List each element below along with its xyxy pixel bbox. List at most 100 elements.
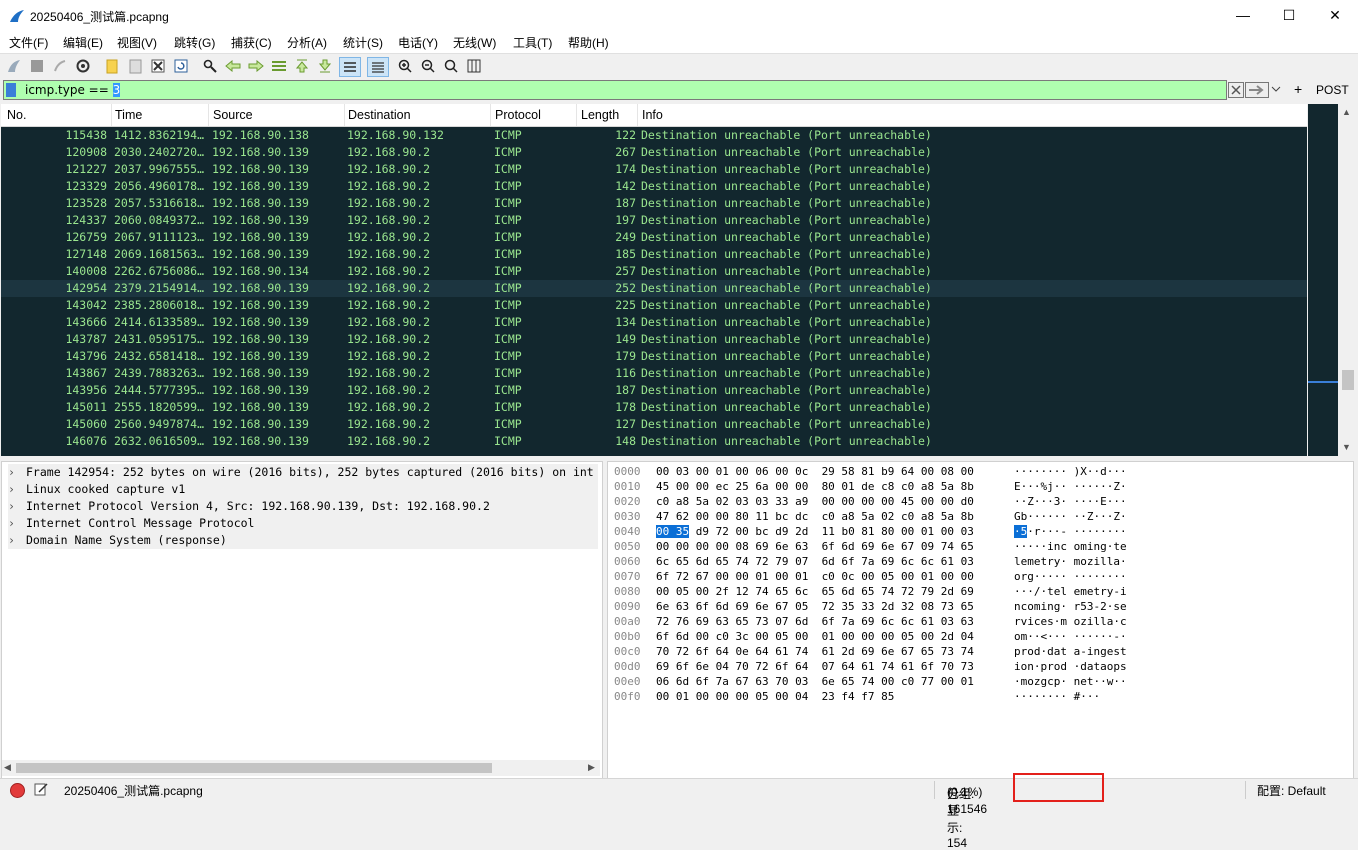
clear-filter-icon[interactable] xyxy=(1228,82,1244,98)
menu-edit[interactable]: 编辑(E) xyxy=(63,31,103,51)
reload-file-icon[interactable] xyxy=(172,57,190,75)
detail-frame[interactable]: › Frame 142954: 252 bytes on wire (2016 b… xyxy=(8,464,598,481)
chevron-right-icon[interactable]: › xyxy=(8,498,26,515)
packet-row[interactable]: 146076 2632.0616509… 192.168.90.139 192.168… xyxy=(1,433,1307,450)
hex-line[interactable]: 0000 00 03 00 01 00 06 00 0c 29 58 81 b9… xyxy=(614,464,1127,479)
menu-capture[interactable]: 捕获(C) xyxy=(231,31,272,51)
filter-dropdown-icon[interactable] xyxy=(1271,82,1281,96)
menu-analyze[interactable]: 分析(A) xyxy=(287,31,327,51)
hex-line[interactable]: 00a0 72 76 69 63 65 73 07 6d 6f 7a 69 6c… xyxy=(614,614,1127,629)
hex-line[interactable]: 0050 00 00 00 00 08 69 6e 63 6f 6d 69 6e… xyxy=(614,539,1127,554)
open-file-icon[interactable] xyxy=(103,57,121,75)
hex-line[interactable]: 0020 c0 a8 5a 02 03 03 33 a9 00 00 00 00… xyxy=(614,494,1127,509)
hex-line[interactable]: 0010 45 00 00 ec 25 6a 00 00 80 01 de c8… xyxy=(614,479,1127,494)
go-first-icon[interactable] xyxy=(293,57,311,75)
find-packet-icon[interactable] xyxy=(201,57,219,75)
col-time[interactable]: Time xyxy=(115,108,142,122)
packet-row[interactable]: 143867 2439.7883263… 192.168.90.139 192.168… xyxy=(1,365,1307,382)
chevron-right-icon[interactable]: › xyxy=(8,515,26,532)
detail-ipv4[interactable]: › Internet Protocol Version 4, Src: 192.1… xyxy=(8,498,598,515)
chevron-right-icon[interactable]: › xyxy=(8,532,26,549)
menu-help[interactable]: 帮助(H) xyxy=(568,31,609,51)
maximize-button[interactable]: ☐ xyxy=(1266,0,1312,31)
packet-row-partial[interactable] xyxy=(1,450,1307,456)
menu-file[interactable]: 文件(F) xyxy=(9,31,48,51)
capture-status-icon[interactable] xyxy=(10,783,25,798)
menu-view[interactable]: 视图(V) xyxy=(117,31,157,51)
packet-row[interactable]: 120908 2030.2402720… 192.168.90.139 192.168… xyxy=(1,144,1307,161)
hex-line[interactable]: 0060 6c 65 6d 65 74 72 79 07 6d 6f 7a 69… xyxy=(614,554,1127,569)
go-forward-icon[interactable] xyxy=(247,57,265,75)
hex-line[interactable]: 00f0 00 01 00 00 00 05 00 04 23 f4 f7 85… xyxy=(614,689,1100,704)
autoscroll-icon[interactable] xyxy=(339,57,361,77)
close-file-icon[interactable] xyxy=(149,57,167,75)
edit-comment-icon[interactable] xyxy=(34,782,48,796)
resize-columns-icon[interactable] xyxy=(465,57,483,75)
col-no[interactable]: No. xyxy=(7,108,26,122)
chevron-right-icon[interactable]: › xyxy=(8,464,26,481)
zoom-out-icon[interactable] xyxy=(419,57,437,75)
packet-row[interactable]: 126759 2067.9111123… 192.168.90.139 192.168… xyxy=(1,229,1307,246)
hex-line[interactable]: 00c0 70 72 6f 64 0e 64 61 74 61 2d 69 6e… xyxy=(614,644,1127,659)
packet-row[interactable]: 127148 2069.1681563… 192.168.90.139 192.168… xyxy=(1,246,1307,263)
hex-line[interactable]: 00d0 69 6f 6e 04 70 72 6f 64 07 64 61 74… xyxy=(614,659,1127,674)
packet-row[interactable]: 145011 2555.1820599… 192.168.90.139 192.168… xyxy=(1,399,1307,416)
detail-icmp[interactable]: › Internet Control Message Protocol xyxy=(8,515,598,532)
status-profile[interactable]: 配置: Default xyxy=(1257,782,1326,799)
packet-row[interactable]: 124337 2060.0849372… 192.168.90.139 192.168… xyxy=(1,212,1307,229)
go-back-icon[interactable] xyxy=(224,57,242,75)
details-hscrollbar[interactable]: ◀ ▶ xyxy=(2,760,600,776)
add-filter-button[interactable]: + xyxy=(1294,81,1302,97)
hex-line[interactable]: 0080 00 05 00 2f 12 74 65 6c 65 6d 65 74… xyxy=(614,584,1127,599)
menu-tools[interactable]: 工具(T) xyxy=(513,31,552,51)
menu-telephony[interactable]: 电话(Y) xyxy=(398,31,438,51)
detail-linux-cooked[interactable]: › Linux cooked capture v1 xyxy=(8,481,598,498)
zoom-in-icon[interactable] xyxy=(396,57,414,75)
packet-minimap[interactable] xyxy=(1308,104,1338,456)
packet-row[interactable]: 123329 2056.4960178… 192.168.90.139 192.168… xyxy=(1,178,1307,195)
colorize-icon[interactable] xyxy=(367,57,389,77)
go-to-packet-icon[interactable] xyxy=(270,57,288,75)
zoom-reset-icon[interactable] xyxy=(442,57,460,75)
packet-row[interactable]: 121227 2037.9967555… 192.168.90.139 192.168… xyxy=(1,161,1307,178)
packet-row[interactable]: 143956 2444.5777395… 192.168.90.139 192.168… xyxy=(1,382,1307,399)
packet-list-scrollbar[interactable]: ▲ ▼ xyxy=(1339,104,1357,456)
packet-row[interactable]: 140008 2262.6756086… 192.168.90.134 192.168… xyxy=(1,263,1307,280)
menu-go[interactable]: 跳转(G) xyxy=(174,31,215,51)
restart-capture-icon[interactable] xyxy=(51,57,69,75)
col-info[interactable]: Info xyxy=(642,108,663,122)
hex-line[interactable]: 00e0 06 6d 6f 7a 67 63 70 03 6e 65 74 00… xyxy=(614,674,1127,689)
menu-wireless[interactable]: 无线(W) xyxy=(453,31,496,51)
packet-row[interactable]: 115438 1412.8362194… 192.168.90.138 192.168… xyxy=(1,127,1307,144)
packet-row[interactable]: 142954 2379.2154914… 192.168.90.139 192.168… xyxy=(1,280,1307,297)
menu-statistics[interactable]: 统计(S) xyxy=(343,31,383,51)
col-length[interactable]: Length xyxy=(581,108,619,122)
bookmark-icon[interactable] xyxy=(6,83,16,97)
hex-line[interactable]: 0030 47 62 00 00 80 11 bc dc c0 a8 5a 02… xyxy=(614,509,1127,524)
apply-filter-icon[interactable] xyxy=(1245,82,1269,98)
packet-row[interactable]: 143042 2385.2806018… 192.168.90.139 192.168… xyxy=(1,297,1307,314)
col-source[interactable]: Source xyxy=(213,108,253,122)
packet-row[interactable]: 143787 2431.0595175… 192.168.90.139 192.168… xyxy=(1,331,1307,348)
packet-row[interactable]: 143666 2414.6133589… 192.168.90.139 192.168… xyxy=(1,314,1307,331)
chevron-right-icon[interactable]: › xyxy=(8,481,26,498)
minimize-button[interactable]: — xyxy=(1220,0,1266,31)
hex-line[interactable]: 0040 00 35 d9 72 00 bc d9 2d 11 b0 81 80… xyxy=(614,524,1127,539)
save-file-icon[interactable] xyxy=(126,57,144,75)
go-last-icon[interactable] xyxy=(316,57,334,75)
stop-capture-icon[interactable] xyxy=(28,57,46,75)
packet-row[interactable]: 123528 2057.5316618… 192.168.90.139 192.168… xyxy=(1,195,1307,212)
post-filter-button[interactable]: POST xyxy=(1316,83,1349,97)
col-protocol[interactable]: Protocol xyxy=(495,108,541,122)
detail-dns[interactable]: › Domain Name System (response) xyxy=(8,532,598,549)
hex-line[interactable]: 0090 6e 63 6f 6d 69 6e 67 05 72 35 33 2d… xyxy=(614,599,1127,614)
col-destination[interactable]: Destination xyxy=(348,108,411,122)
hex-line[interactable]: 00b0 6f 6d 00 c0 3c 00 05 00 01 00 00 00… xyxy=(614,629,1127,644)
capture-options-icon[interactable] xyxy=(74,57,92,75)
start-capture-icon[interactable] xyxy=(5,57,23,75)
packet-row[interactable]: 145060 2560.9497874… 192.168.90.139 192.168… xyxy=(1,416,1307,433)
close-button[interactable]: ✕ xyxy=(1312,0,1358,31)
display-filter-input[interactable]: icmp.type == 3 xyxy=(3,80,1227,100)
packet-row[interactable]: 143796 2432.6581418… 192.168.90.139 192.168… xyxy=(1,348,1307,365)
hex-line[interactable]: 0070 6f 72 67 00 00 01 00 01 c0 0c 00 05… xyxy=(614,569,1127,584)
